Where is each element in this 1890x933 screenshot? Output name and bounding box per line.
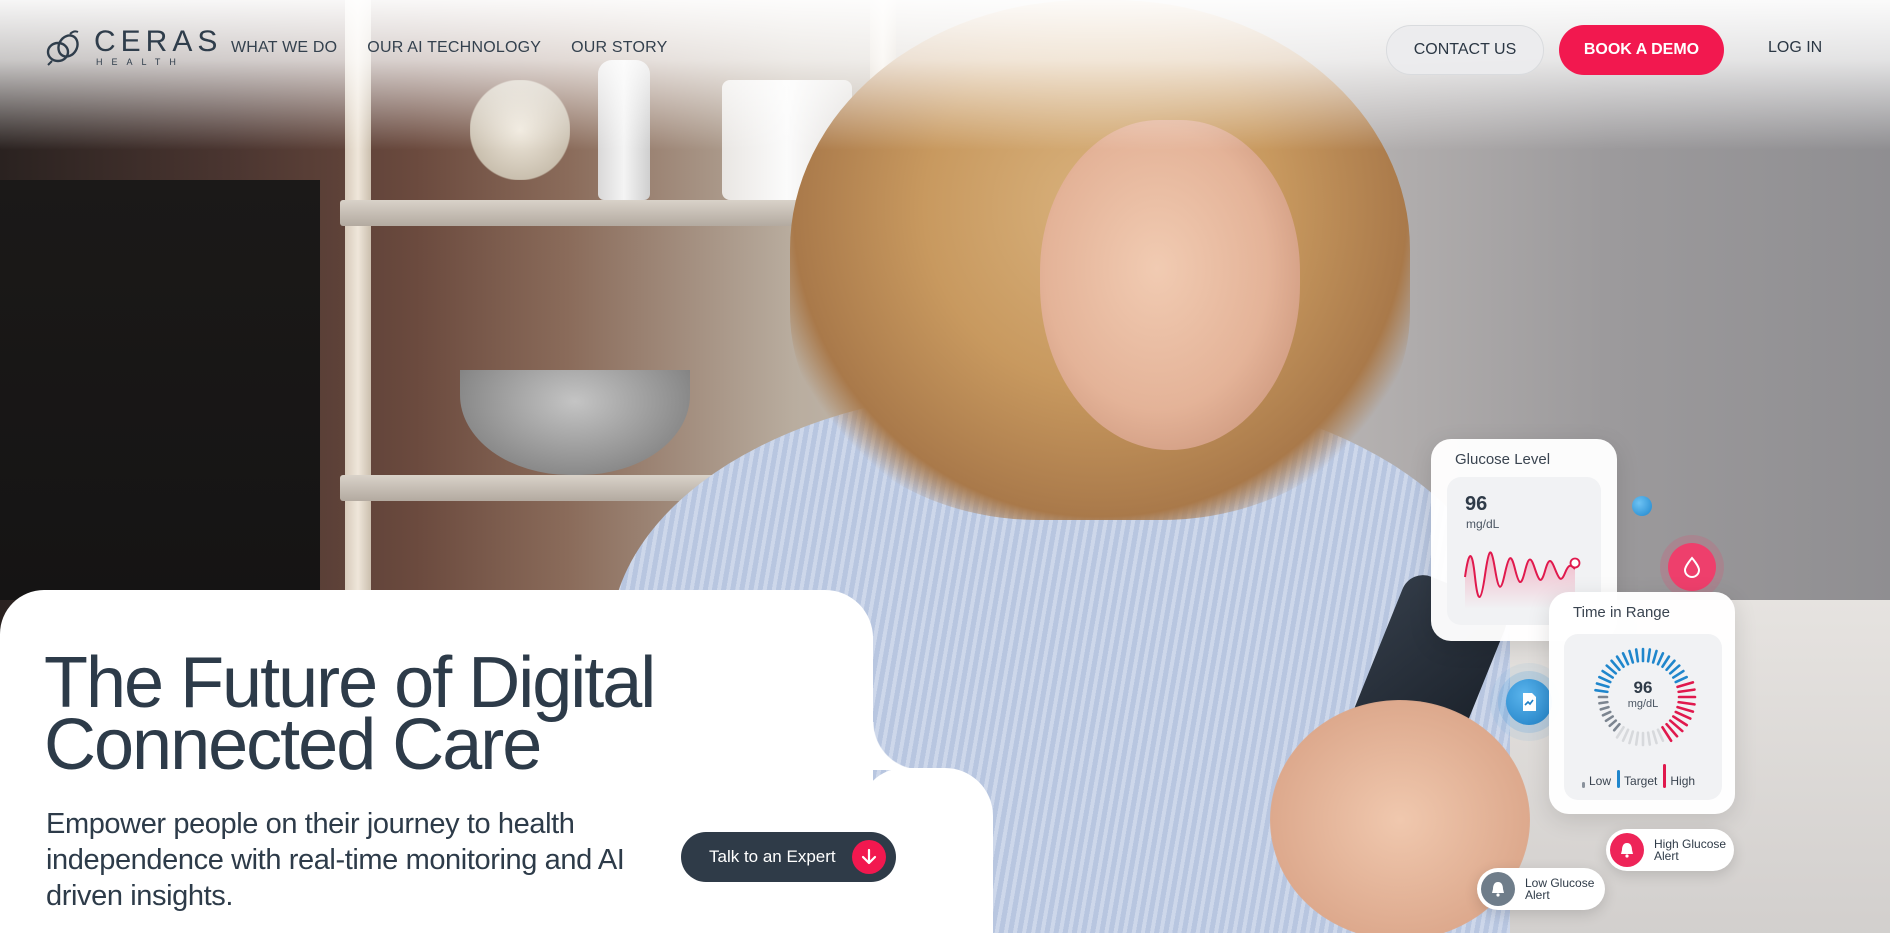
gauge-tick <box>1628 730 1635 745</box>
low-glucose-alert-label: Low Glucose Alert <box>1525 876 1595 902</box>
gauge-tick <box>1628 649 1635 664</box>
gauge-tick <box>1646 648 1652 663</box>
low-glucose-alert[interactable]: Low Glucose Alert <box>1477 868 1605 910</box>
legend-target: Target <box>1617 770 1657 788</box>
gauge-tick <box>1656 728 1665 742</box>
gauge-tick <box>1615 725 1625 739</box>
range-unit: mg/dL <box>1627 698 1659 710</box>
gauge-tick <box>1665 659 1676 672</box>
gauge-tick <box>1608 719 1618 728</box>
gauge-tick <box>1668 664 1681 675</box>
glucose-card-title: Glucose Level <box>1455 451 1551 468</box>
gauge-tick <box>1634 648 1640 663</box>
bell-alert-icon <box>1610 833 1644 867</box>
logo-name: CERAS <box>94 25 223 58</box>
bell-icon <box>1481 872 1515 906</box>
gauge-tick <box>1674 710 1692 720</box>
legend-high: High <box>1663 764 1695 788</box>
gauge-tick <box>1671 669 1685 679</box>
range-legend: Low Target High <box>1582 764 1695 788</box>
high-glucose-alert[interactable]: High Glucose Alert <box>1606 829 1734 871</box>
gauge-tick <box>1646 731 1652 746</box>
bee-logo-icon <box>46 30 79 66</box>
contact-us-button[interactable]: CONTACT US <box>1386 25 1544 75</box>
document-chart-icon <box>1506 679 1552 725</box>
gauge-tick <box>1651 730 1658 745</box>
logo-tagline: HEALTH <box>96 57 185 67</box>
gauge-tick <box>1615 655 1625 669</box>
gauge-tick <box>1661 655 1671 669</box>
gauge-tick <box>1601 710 1612 717</box>
time-in-range-title: Time in Range <box>1573 604 1670 621</box>
arrow-down-icon <box>852 840 886 874</box>
glucose-value: 96 <box>1465 493 1488 515</box>
gauge-tick <box>1634 731 1640 746</box>
logo[interactable]: CERAS HEALTH <box>44 25 223 68</box>
range-value: 96 <box>1633 678 1653 697</box>
hero-headline: The Future of Digital Connected Care <box>44 647 744 781</box>
high-glucose-alert-label: High Glucose Alert <box>1654 837 1727 863</box>
main-nav: WHAT WE DO OUR AI TECHNOLOGY OUR STORY <box>231 39 667 57</box>
book-a-demo-button[interactable]: BOOK A DEMO <box>1559 25 1724 75</box>
hero-subheading: Empower people on their journey to healt… <box>46 808 625 912</box>
decorative-blue-dot <box>1632 496 1652 516</box>
gauge-tick <box>1604 715 1615 723</box>
drop-icon <box>1668 543 1716 591</box>
gauge-tick <box>1651 649 1658 664</box>
glucose-unit: mg/dL <box>1466 517 1500 531</box>
time-in-range-panel: 96 mg/dL Low Target High <box>1564 634 1722 800</box>
nav-our-ai-technology[interactable]: OUR AI TECHNOLOGY <box>367 39 541 57</box>
site-header: CERAS HEALTH WHAT WE DO OUR AI TECHNOLOG… <box>0 0 1890 100</box>
time-in-range-card: Time in Range 96 mg/dL Low Target High <box>1549 592 1735 814</box>
gauge-tick <box>1601 669 1615 679</box>
gauge-tick <box>1656 652 1665 666</box>
gauge-tick <box>1621 728 1630 742</box>
gauge-tick <box>1621 652 1630 666</box>
hero-headline-line-2: Connected Care <box>44 705 542 785</box>
talk-to-an-expert-button[interactable]: Talk to an Expert <box>681 832 896 882</box>
legend-low: Low <box>1582 774 1611 788</box>
nav-our-story[interactable]: OUR STORY <box>571 39 667 57</box>
cta-label: Talk to an Expert <box>709 847 836 866</box>
gauge-tick <box>1605 664 1618 675</box>
gauge-tick <box>1610 659 1621 672</box>
nav-what-we-do[interactable]: WHAT WE DO <box>231 39 337 57</box>
log-in-link[interactable]: LOG IN <box>1768 39 1822 57</box>
gauge-tick <box>1612 722 1621 732</box>
